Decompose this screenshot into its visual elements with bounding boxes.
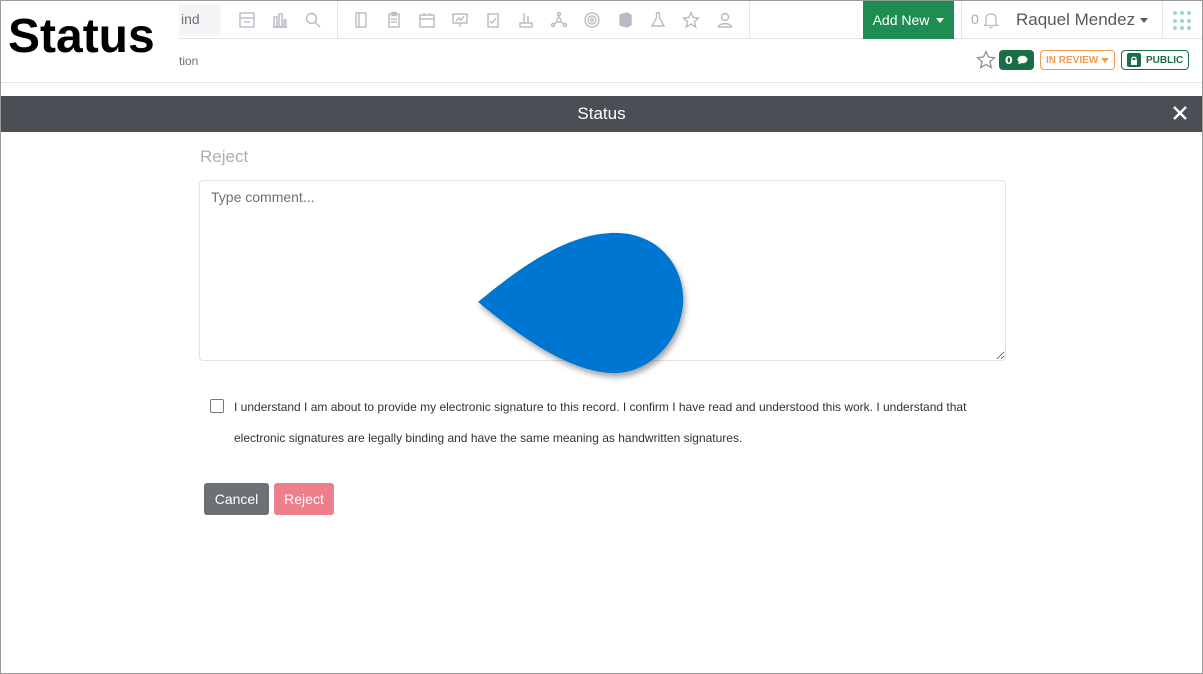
molecule-icon[interactable]	[549, 10, 569, 30]
review-status-dropdown[interactable]: IN REVIEW	[1040, 50, 1116, 70]
notification-count: 0	[971, 11, 979, 27]
notebook-icon[interactable]	[351, 10, 371, 30]
user-name: Raquel Mendez	[1016, 10, 1136, 29]
nav-divider	[337, 1, 338, 39]
comment-textarea[interactable]	[199, 180, 1006, 361]
visibility-label: PUBLIC	[1146, 54, 1184, 66]
checklist-icon[interactable]	[483, 10, 503, 30]
user-menu[interactable]: Raquel Mendez	[1016, 10, 1149, 30]
presentation-icon[interactable]	[450, 10, 470, 30]
nav-divider	[1162, 1, 1163, 39]
add-new-button[interactable]: Add New	[863, 1, 954, 39]
lab-equipment-icon[interactable]	[516, 10, 536, 30]
dashboard-icon[interactable]	[237, 10, 257, 30]
bar-chart-icon[interactable]	[270, 10, 290, 30]
visibility-badge[interactable]: PUBLIC	[1121, 50, 1190, 70]
bell-icon[interactable]	[983, 11, 999, 29]
nav-divider	[961, 1, 962, 39]
caret-down-icon	[1140, 17, 1149, 23]
record-subheader: tion 0 IN REVIEW PUBLIC	[1, 39, 1202, 83]
signature-agreement-text: I understand I am about to provide my el…	[234, 400, 967, 414]
apps-grid-icon[interactable]	[1173, 11, 1193, 31]
target-icon[interactable]	[582, 10, 602, 30]
caret-down-icon	[936, 17, 945, 23]
flask-icon[interactable]	[648, 10, 668, 30]
reject-button[interactable]: Reject	[274, 483, 334, 515]
overlay-title: Status	[1, 1, 179, 73]
top-nav: ind Add New 0 Raquel Mendez	[1, 1, 1202, 39]
star-icon[interactable]	[681, 10, 701, 30]
app-window: ind Add New 0 Raquel Mendez tion 0 IN RE…	[0, 0, 1203, 674]
user-icon[interactable]	[715, 10, 735, 30]
signature-checkbox[interactable]	[210, 399, 224, 413]
modal-title: Status	[577, 104, 626, 123]
section-label: Reject	[200, 147, 249, 166]
breadcrumb[interactable]: tion	[179, 54, 198, 68]
modal-header: Status	[1, 96, 1202, 132]
comment-count-badge[interactable]: 0	[999, 50, 1034, 70]
cancel-button[interactable]: Cancel	[204, 483, 269, 515]
find-input-text: ind	[181, 11, 200, 27]
add-new-label: Add New	[872, 12, 930, 28]
comment-icon	[1017, 55, 1028, 65]
nav-divider	[749, 1, 750, 39]
review-status-label: IN REVIEW	[1046, 54, 1099, 66]
calendar-icon[interactable]	[417, 10, 437, 30]
favorite-star-icon[interactable]	[976, 50, 996, 70]
comment-count: 0	[1005, 53, 1013, 67]
close-icon[interactable]	[1170, 103, 1190, 123]
clipboard-icon[interactable]	[384, 10, 404, 30]
office-app-icon[interactable]	[615, 10, 635, 30]
caret-down-icon	[1101, 57, 1110, 63]
signature-agreement-text: electronic signatures are legally bindin…	[234, 431, 743, 445]
search-icon[interactable]	[303, 10, 323, 30]
lock-icon	[1127, 53, 1141, 67]
